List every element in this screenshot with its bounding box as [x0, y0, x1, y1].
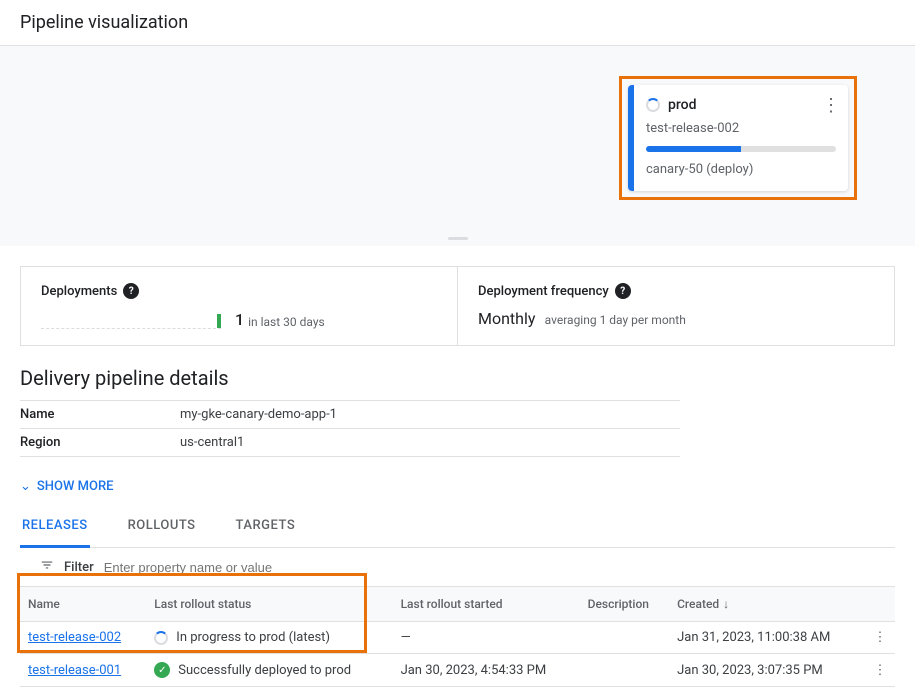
table-row: test-release-002 In progress to prod (la…: [20, 622, 895, 654]
frequency-stat: Deployment frequency ? Monthly averaging…: [458, 267, 894, 345]
filter-input[interactable]: [104, 560, 875, 575]
releases-table: Name Last rollout status Last rollout st…: [20, 587, 895, 687]
col-actions: [865, 587, 895, 622]
help-icon[interactable]: ?: [123, 283, 139, 299]
details-row: Region us-central1: [20, 429, 680, 457]
progress-bar: [646, 146, 836, 152]
show-more-button[interactable]: ⌄ SHOW MORE: [0, 467, 915, 506]
deployments-sparkline: [41, 309, 221, 329]
release-link[interactable]: test-release-002: [28, 630, 121, 645]
frequency-suffix: averaging 1 day per month: [545, 313, 686, 327]
target-name: prod: [668, 97, 696, 113]
filter-label: Filter: [64, 560, 94, 575]
kebab-icon[interactable]: ⋮: [822, 95, 840, 116]
spinner-icon: [646, 98, 660, 112]
card-accent: [628, 85, 634, 191]
check-icon: ✓: [154, 662, 170, 678]
target-phase: canary-50 (deploy): [646, 162, 836, 177]
kebab-icon[interactable]: ⋮: [865, 654, 895, 687]
page-title: Pipeline visualization: [0, 0, 915, 46]
highlight-box-target: prod ⋮ test-release-002 canary-50 (deplo…: [619, 76, 857, 200]
status-text: Successfully deployed to prod: [178, 663, 351, 678]
filter-icon[interactable]: [40, 558, 54, 576]
spinner-icon: [154, 631, 168, 645]
col-description[interactable]: Description: [580, 587, 669, 622]
tab-targets[interactable]: TARGETS: [234, 506, 298, 547]
description-cell: [580, 622, 669, 654]
resize-handle[interactable]: [0, 235, 915, 242]
table-row: test-release-001 ✓ Successfully deployed …: [20, 654, 895, 687]
tabs: RELEASES ROLLOUTS TARGETS: [20, 506, 895, 548]
deployments-count: 1: [235, 310, 244, 329]
pipeline-visualization-canvas: prod ⋮ test-release-002 canary-50 (deplo…: [0, 46, 915, 246]
chevron-down-icon: ⌄: [20, 479, 31, 494]
help-icon[interactable]: ?: [615, 283, 631, 299]
col-started[interactable]: Last rollout started: [393, 587, 580, 622]
started-cell: Jan 30, 2023, 4:54:33 PM: [393, 654, 580, 687]
started-cell: —: [393, 622, 580, 654]
col-name[interactable]: Name: [20, 587, 146, 622]
created-cell: Jan 30, 2023, 3:07:35 PM: [669, 654, 865, 687]
details-value: my-gke-canary-demo-app-1: [180, 407, 337, 422]
show-more-label: SHOW MORE: [37, 479, 114, 494]
deployments-suffix: in last 30 days: [248, 315, 325, 329]
tab-releases[interactable]: RELEASES: [20, 506, 90, 548]
sort-down-icon: ↓: [723, 597, 729, 611]
release-link[interactable]: test-release-001: [28, 663, 121, 678]
deployments-label: Deployments: [41, 284, 117, 299]
details-table: Name my-gke-canary-demo-app-1 Region us-…: [20, 400, 680, 457]
details-value: us-central1: [180, 435, 244, 450]
frequency-label: Deployment frequency: [478, 284, 609, 299]
col-created[interactable]: Created↓: [669, 587, 865, 622]
details-label: Name: [20, 407, 180, 422]
target-card-prod[interactable]: prod ⋮ test-release-002 canary-50 (deplo…: [628, 85, 848, 191]
frequency-value: Monthly: [478, 309, 535, 328]
col-status[interactable]: Last rollout status: [146, 587, 392, 622]
details-title: Delivery pipeline details: [20, 366, 895, 390]
tab-rollouts[interactable]: ROLLOUTS: [126, 506, 198, 547]
details-label: Region: [20, 435, 180, 450]
description-cell: [580, 654, 669, 687]
target-release: test-release-002: [646, 121, 836, 136]
deployments-stat: Deployments ? 1 in last 30 days: [21, 267, 458, 345]
status-text: In progress to prod (latest): [176, 630, 330, 645]
kebab-icon[interactable]: ⋮: [865, 622, 895, 654]
filter-row: Filter: [20, 548, 895, 587]
progress-fill: [646, 146, 741, 152]
details-row: Name my-gke-canary-demo-app-1: [20, 400, 680, 429]
created-cell: Jan 31, 2023, 11:00:38 AM: [669, 622, 865, 654]
stats-row: Deployments ? 1 in last 30 days Deployme…: [20, 266, 895, 346]
